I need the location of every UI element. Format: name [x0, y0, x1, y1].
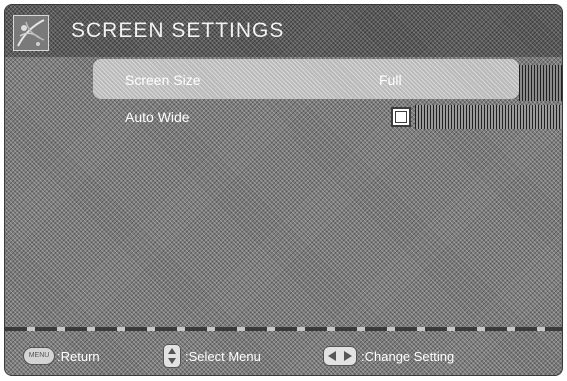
header-bar: SCREEN SETTINGS	[5, 5, 562, 57]
change-setting-label: :Change Setting	[361, 348, 455, 364]
menu-item-auto-wide[interactable]: Auto Wide	[125, 109, 190, 125]
page-title: SCREEN SETTINGS	[71, 19, 285, 42]
footer-bar: MENU :Return :Select Menu :Change Settin…	[5, 335, 562, 375]
footer-change: :Change Setting	[323, 345, 454, 367]
screen-settings-window: SCREEN SETTINGS Screen Size Full Auto Wi…	[4, 4, 563, 376]
footer-return: MENU :Return	[23, 345, 100, 367]
menu-item-value: Full	[379, 72, 402, 88]
row-edge-decoration	[415, 105, 562, 129]
left-right-arrow-icon	[323, 346, 357, 366]
settings-pattern-icon	[13, 15, 49, 51]
menu-button-icon: MENU	[23, 347, 55, 365]
footer-divider	[5, 327, 562, 331]
auto-wide-checkbox[interactable]	[391, 107, 411, 127]
menu-item-label: Screen Size	[125, 72, 201, 88]
return-label: :Return	[57, 348, 100, 364]
highlight-edge-decoration	[519, 65, 562, 101]
footer-select: :Select Menu	[163, 344, 261, 368]
up-down-arrow-icon	[163, 344, 181, 368]
select-menu-label: :Select Menu	[185, 348, 261, 364]
